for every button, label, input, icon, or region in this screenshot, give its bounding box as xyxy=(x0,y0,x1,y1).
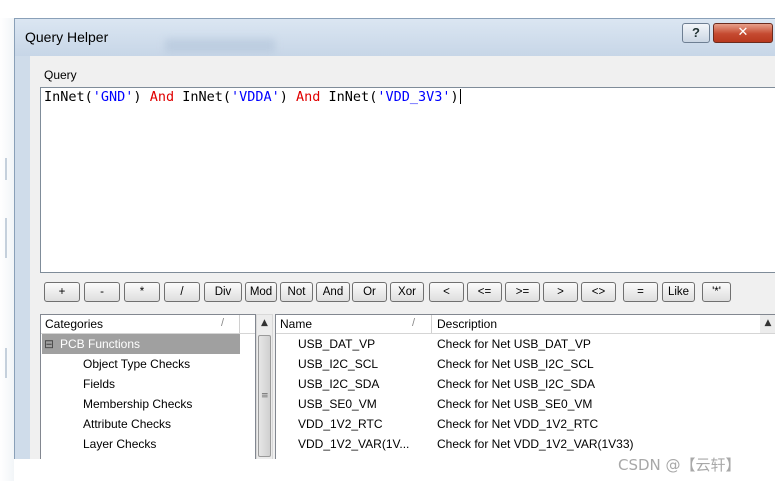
query-token-kw: And xyxy=(296,89,321,105)
name-cell: USB_DAT_VP xyxy=(298,337,376,351)
operator-button[interactable]: <= xyxy=(467,282,502,302)
description-column-header[interactable]: Description xyxy=(437,317,497,331)
query-token-kw: And xyxy=(149,89,175,105)
operator-button[interactable]: + xyxy=(44,282,80,302)
sort-indicator: / xyxy=(221,317,225,329)
query-token-fn: InNet( xyxy=(44,89,93,105)
description-cell: Check for Net USB_SE0_VM xyxy=(437,397,593,411)
query-helper-dialog: Query Helper ? ✕ Query InNet('GND') And … xyxy=(14,18,775,459)
operator-button[interactable]: Like xyxy=(662,282,695,302)
operator-button[interactable]: Not xyxy=(280,282,313,302)
column-divider[interactable] xyxy=(239,315,240,333)
name-row[interactable]: VDD_1V2_RTC Check for Net VDD_1V2_RTC xyxy=(276,414,760,434)
operator-button[interactable]: > xyxy=(543,282,578,302)
name-row[interactable]: USB_I2C_SDA Check for Net USB_I2C_SDA xyxy=(276,374,760,394)
text-cursor xyxy=(459,89,461,104)
operator-button[interactable]: And xyxy=(316,282,350,302)
category-item[interactable]: Object Type Checks xyxy=(83,354,190,374)
description-cell: Check for Net VDD_1V2_VAR(1V33) xyxy=(437,437,634,451)
category-item[interactable]: Attribute Checks xyxy=(83,414,171,434)
query-token-str: 'GND' xyxy=(92,89,134,105)
operator-button[interactable]: < xyxy=(429,282,464,302)
operator-button[interactable]: / xyxy=(164,282,200,302)
background-strip xyxy=(0,18,14,481)
title-bar[interactable]: Query Helper ? ✕ xyxy=(15,19,775,56)
operator-button[interactable]: Or xyxy=(352,282,387,302)
name-cell: USB_I2C_SDA xyxy=(298,377,380,391)
category-root-label: PCB Functions xyxy=(60,337,141,351)
names-scroll-up-icon[interactable]: ▲ xyxy=(760,315,775,333)
names-panel[interactable]: Name / Description USB_DAT_VP Check for N… xyxy=(275,314,775,459)
name-cell: USB_I2C_SCL xyxy=(298,357,379,371)
operator-button[interactable]: >= xyxy=(505,282,540,302)
query-editor[interactable]: InNet('GND') And InNet('VDDA') And InNet… xyxy=(40,87,775,273)
operator-button[interactable]: Xor xyxy=(390,282,424,302)
query-token-fn: ) xyxy=(279,89,297,105)
description-cell: Check for Net USB_I2C_SDA xyxy=(437,377,596,391)
close-button[interactable]: ✕ xyxy=(713,23,773,43)
category-item[interactable]: Fields xyxy=(83,374,115,394)
operator-button[interactable]: = xyxy=(623,282,658,302)
description-cell: Check for Net VDD_1V2_RTC xyxy=(437,417,599,431)
query-token-fn: ) xyxy=(133,89,150,105)
name-row[interactable]: USB_DAT_VP Check for Net USB_DAT_VP xyxy=(276,334,760,354)
operator-button[interactable]: '*' xyxy=(702,282,731,302)
help-button[interactable]: ? xyxy=(682,23,710,43)
query-token-str: 'VDDA' xyxy=(230,89,280,105)
name-cell: VDD_1V2_RTC xyxy=(298,417,383,431)
query-token-fn: ) xyxy=(450,89,459,105)
name-row[interactable]: USB_SE0_VM Check for Net USB_SE0_VM xyxy=(276,394,760,414)
query-token-str: 'VDD_3V3' xyxy=(377,89,451,105)
query-token-fn: InNet( xyxy=(174,89,231,105)
operator-button[interactable]: - xyxy=(84,282,120,302)
grip-icon: ≡ xyxy=(261,391,269,401)
categories-header[interactable]: Categories / xyxy=(41,315,255,334)
category-root-pcb-functions[interactable]: ⊟ PCB Functions xyxy=(42,334,240,354)
scroll-up-icon[interactable]: ▲ xyxy=(257,315,272,331)
dialog-content: Query InNet('GND') And InNet('VDDA') And… xyxy=(30,56,775,459)
name-cell: VDD_1V2_VAR(1V... xyxy=(298,437,410,451)
categories-header-label: Categories xyxy=(45,317,104,331)
operator-button[interactable]: * xyxy=(124,282,160,302)
title-bar-glass xyxy=(165,39,275,53)
operator-button[interactable]: Mod xyxy=(245,282,277,302)
category-item[interactable]: Membership Checks xyxy=(83,394,192,414)
sort-indicator: / xyxy=(412,317,416,329)
categories-scrollbar[interactable]: ▲ ≡ xyxy=(256,314,273,459)
categories-panel[interactable]: Categories / ⊟ PCB Functions Object Type… xyxy=(40,314,256,459)
operator-button[interactable]: <> xyxy=(581,282,616,302)
description-cell: Check for Net USB_I2C_SCL xyxy=(437,357,594,371)
column-divider[interactable] xyxy=(431,315,432,333)
name-cell: USB_SE0_VM xyxy=(298,397,377,411)
names-header[interactable]: Name / Description xyxy=(276,315,775,334)
query-label: Query xyxy=(44,68,77,82)
dialog-title: Query Helper xyxy=(25,29,109,45)
name-row[interactable]: VDD_1V2_VAR(1V... Check for Net VDD_1V2_V… xyxy=(276,434,760,454)
name-row[interactable]: USB_I2C_SCL Check for Net USB_I2C_SCL xyxy=(276,354,760,374)
watermark: CSDN @【云轩】 xyxy=(618,456,741,474)
description-cell: Check for Net USB_DAT_VP xyxy=(437,337,591,351)
operator-button[interactable]: Div xyxy=(204,282,242,302)
operator-toolbar: + - * / Div Mod Not And Or Xor < <= >= > <> = Like '*' xyxy=(40,282,775,302)
query-token-fn: InNet( xyxy=(320,89,378,105)
collapse-icon[interactable]: ⊟ xyxy=(44,334,54,354)
name-column-header[interactable]: Name xyxy=(280,317,312,331)
category-item[interactable]: Layer Checks xyxy=(83,434,156,454)
